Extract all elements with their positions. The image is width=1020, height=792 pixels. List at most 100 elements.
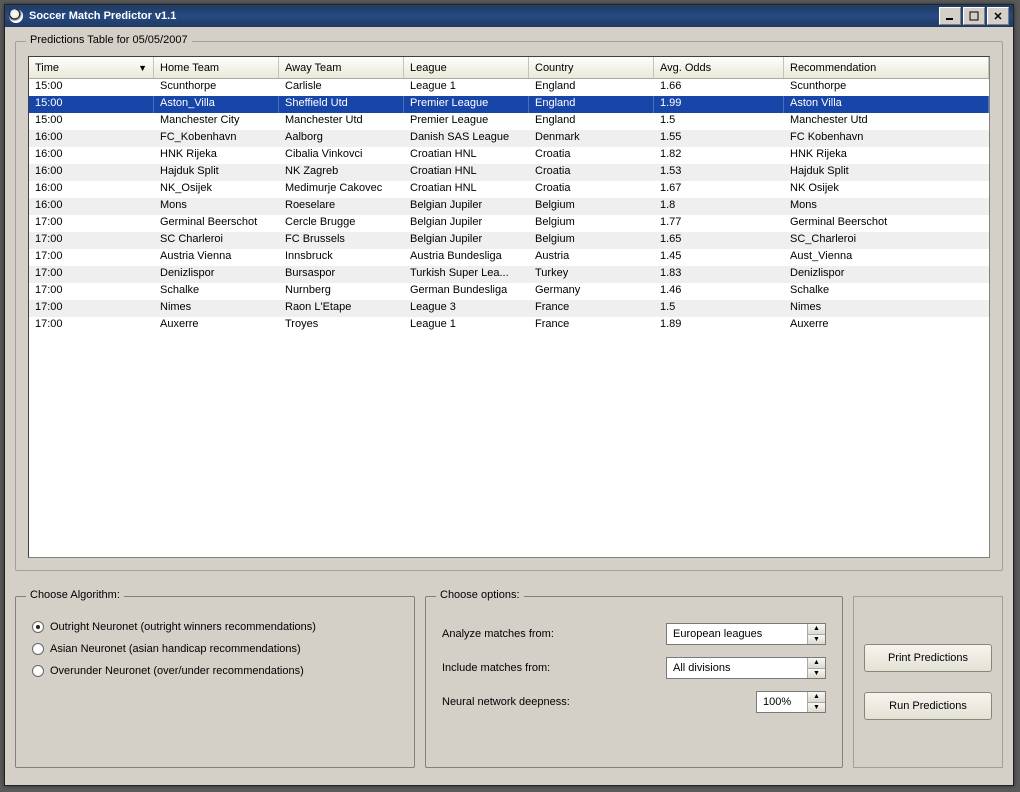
cell-home: Scunthorpe (154, 79, 279, 96)
cell-league: Danish SAS League (404, 130, 529, 147)
cell-country: Croatia (529, 164, 654, 181)
algorithm-option[interactable]: Asian Neuronet (asian handicap recommend… (32, 643, 398, 655)
algorithm-option[interactable]: Overunder Neuronet (over/under recommend… (32, 665, 398, 677)
cell-rec: HNK Rijeka (784, 147, 989, 164)
cell-time: 17:00 (29, 317, 154, 334)
cell-time: 16:00 (29, 181, 154, 198)
cell-home: Mons (154, 198, 279, 215)
spinner-icon[interactable]: ▲▼ (807, 692, 825, 712)
cell-home: Nimes (154, 300, 279, 317)
cell-league: Premier League (404, 113, 529, 130)
cell-league: Belgian Jupiler (404, 215, 529, 232)
cell-home: Denizlispor (154, 266, 279, 283)
spinner-icon[interactable]: ▲▼ (807, 658, 825, 678)
column-header[interactable]: Avg. Odds (654, 57, 784, 78)
cell-time: 16:00 (29, 164, 154, 181)
table-row[interactable]: 17:00Germinal BeerschotCercle BruggeBelg… (29, 215, 989, 232)
predictions-table[interactable]: Time▼Home TeamAway TeamLeagueCountryAvg.… (28, 56, 990, 558)
cell-away: Medimurje Cakovec (279, 181, 404, 198)
cell-league: League 1 (404, 317, 529, 334)
cell-rec: Schalke (784, 283, 989, 300)
cell-time: 17:00 (29, 266, 154, 283)
cell-country: Denmark (529, 130, 654, 147)
radio-button[interactable] (32, 621, 44, 633)
algorithm-label: Asian Neuronet (asian handicap recommend… (50, 643, 301, 655)
analyze-combo[interactable]: European leagues ▲▼ (666, 623, 826, 645)
cell-home: Auxerre (154, 317, 279, 334)
cell-away: Bursaspor (279, 266, 404, 283)
cell-country: France (529, 317, 654, 334)
column-header[interactable]: Home Team (154, 57, 279, 78)
maximize-button[interactable] (963, 7, 985, 25)
cell-home: Germinal Beerschot (154, 215, 279, 232)
cell-away: Cercle Brugge (279, 215, 404, 232)
cell-home: Manchester City (154, 113, 279, 130)
radio-button[interactable] (32, 643, 44, 655)
analyze-value: European leagues (673, 628, 807, 640)
table-row[interactable]: 17:00SchalkeNurnbergGerman BundesligaGer… (29, 283, 989, 300)
cell-home: Hajduk Split (154, 164, 279, 181)
table-row[interactable]: 16:00FC_KobenhavnAalborgDanish SAS Leagu… (29, 130, 989, 147)
cell-away: Roeselare (279, 198, 404, 215)
cell-rec: Mons (784, 198, 989, 215)
deepness-combo[interactable]: 100% ▲▼ (756, 691, 826, 713)
table-row[interactable]: 17:00AuxerreTroyesLeague 1France1.89Auxe… (29, 317, 989, 334)
column-header[interactable]: League (404, 57, 529, 78)
minimize-icon (945, 11, 955, 21)
cell-away: Carlisle (279, 79, 404, 96)
table-row[interactable]: 15:00ScunthorpeCarlisleLeague 1England1.… (29, 79, 989, 96)
cell-odds: 1.55 (654, 130, 784, 147)
cell-country: Croatia (529, 147, 654, 164)
table-row[interactable]: 17:00DenizlisporBursasporTurkish Super L… (29, 266, 989, 283)
table-row[interactable]: 15:00Aston_VillaSheffield UtdPremier Lea… (29, 96, 989, 113)
table-row[interactable]: 17:00NimesRaon L'EtapeLeague 3France1.5N… (29, 300, 989, 317)
window-title: Soccer Match Predictor v1.1 (29, 10, 937, 22)
run-button[interactable]: Run Predictions (864, 692, 992, 720)
titlebar[interactable]: Soccer Match Predictor v1.1 (5, 5, 1013, 27)
cell-away: Troyes (279, 317, 404, 334)
cell-rec: Nimes (784, 300, 989, 317)
cell-away: Innsbruck (279, 249, 404, 266)
algorithm-option[interactable]: Outright Neuronet (outright winners reco… (32, 621, 398, 633)
cell-away: Nurnberg (279, 283, 404, 300)
cell-away: NK Zagreb (279, 164, 404, 181)
table-row[interactable]: 16:00Hajduk SplitNK ZagrebCroatian HNLCr… (29, 164, 989, 181)
minimize-button[interactable] (939, 7, 961, 25)
cell-odds: 1.53 (654, 164, 784, 181)
column-header[interactable]: Time▼ (29, 57, 154, 78)
cell-rec: Scunthorpe (784, 79, 989, 96)
cell-rec: Denizlispor (784, 266, 989, 283)
cell-odds: 1.5 (654, 113, 784, 130)
table-row[interactable]: 17:00SC CharleroiFC BrusselsBelgian Jupi… (29, 232, 989, 249)
cell-odds: 1.89 (654, 317, 784, 334)
table-row[interactable]: 16:00MonsRoeselareBelgian JupilerBelgium… (29, 198, 989, 215)
include-combo[interactable]: All divisions ▲▼ (666, 657, 826, 679)
spinner-icon[interactable]: ▲▼ (807, 624, 825, 644)
close-button[interactable] (987, 7, 1009, 25)
cell-home: Aston_Villa (154, 96, 279, 113)
cell-time: 16:00 (29, 198, 154, 215)
cell-country: Belgium (529, 198, 654, 215)
cell-rec: Hajduk Split (784, 164, 989, 181)
column-header[interactable]: Country (529, 57, 654, 78)
soccer-ball-icon (9, 9, 23, 23)
radio-button[interactable] (32, 665, 44, 677)
cell-odds: 1.99 (654, 96, 784, 113)
options-group: Analyze matches from: European leagues ▲… (425, 596, 843, 768)
cell-away: Manchester Utd (279, 113, 404, 130)
cell-away: Cibalia Vinkovci (279, 147, 404, 164)
column-header[interactable]: Away Team (279, 57, 404, 78)
cell-league: Belgian Jupiler (404, 198, 529, 215)
cell-rec: Aston Villa (784, 96, 989, 113)
cell-league: Croatian HNL (404, 147, 529, 164)
table-row[interactable]: 17:00Austria ViennaInnsbruckAustria Bund… (29, 249, 989, 266)
cell-odds: 1.82 (654, 147, 784, 164)
cell-home: SC Charleroi (154, 232, 279, 249)
table-row[interactable]: 15:00Manchester CityManchester UtdPremie… (29, 113, 989, 130)
cell-odds: 1.66 (654, 79, 784, 96)
column-header[interactable]: Recommendation (784, 57, 989, 78)
deepness-label: Neural network deepness: (442, 696, 570, 708)
table-row[interactable]: 16:00NK_OsijekMedimurje CakovecCroatian … (29, 181, 989, 198)
print-button[interactable]: Print Predictions (864, 644, 992, 672)
table-row[interactable]: 16:00HNK RijekaCibalia VinkovciCroatian … (29, 147, 989, 164)
